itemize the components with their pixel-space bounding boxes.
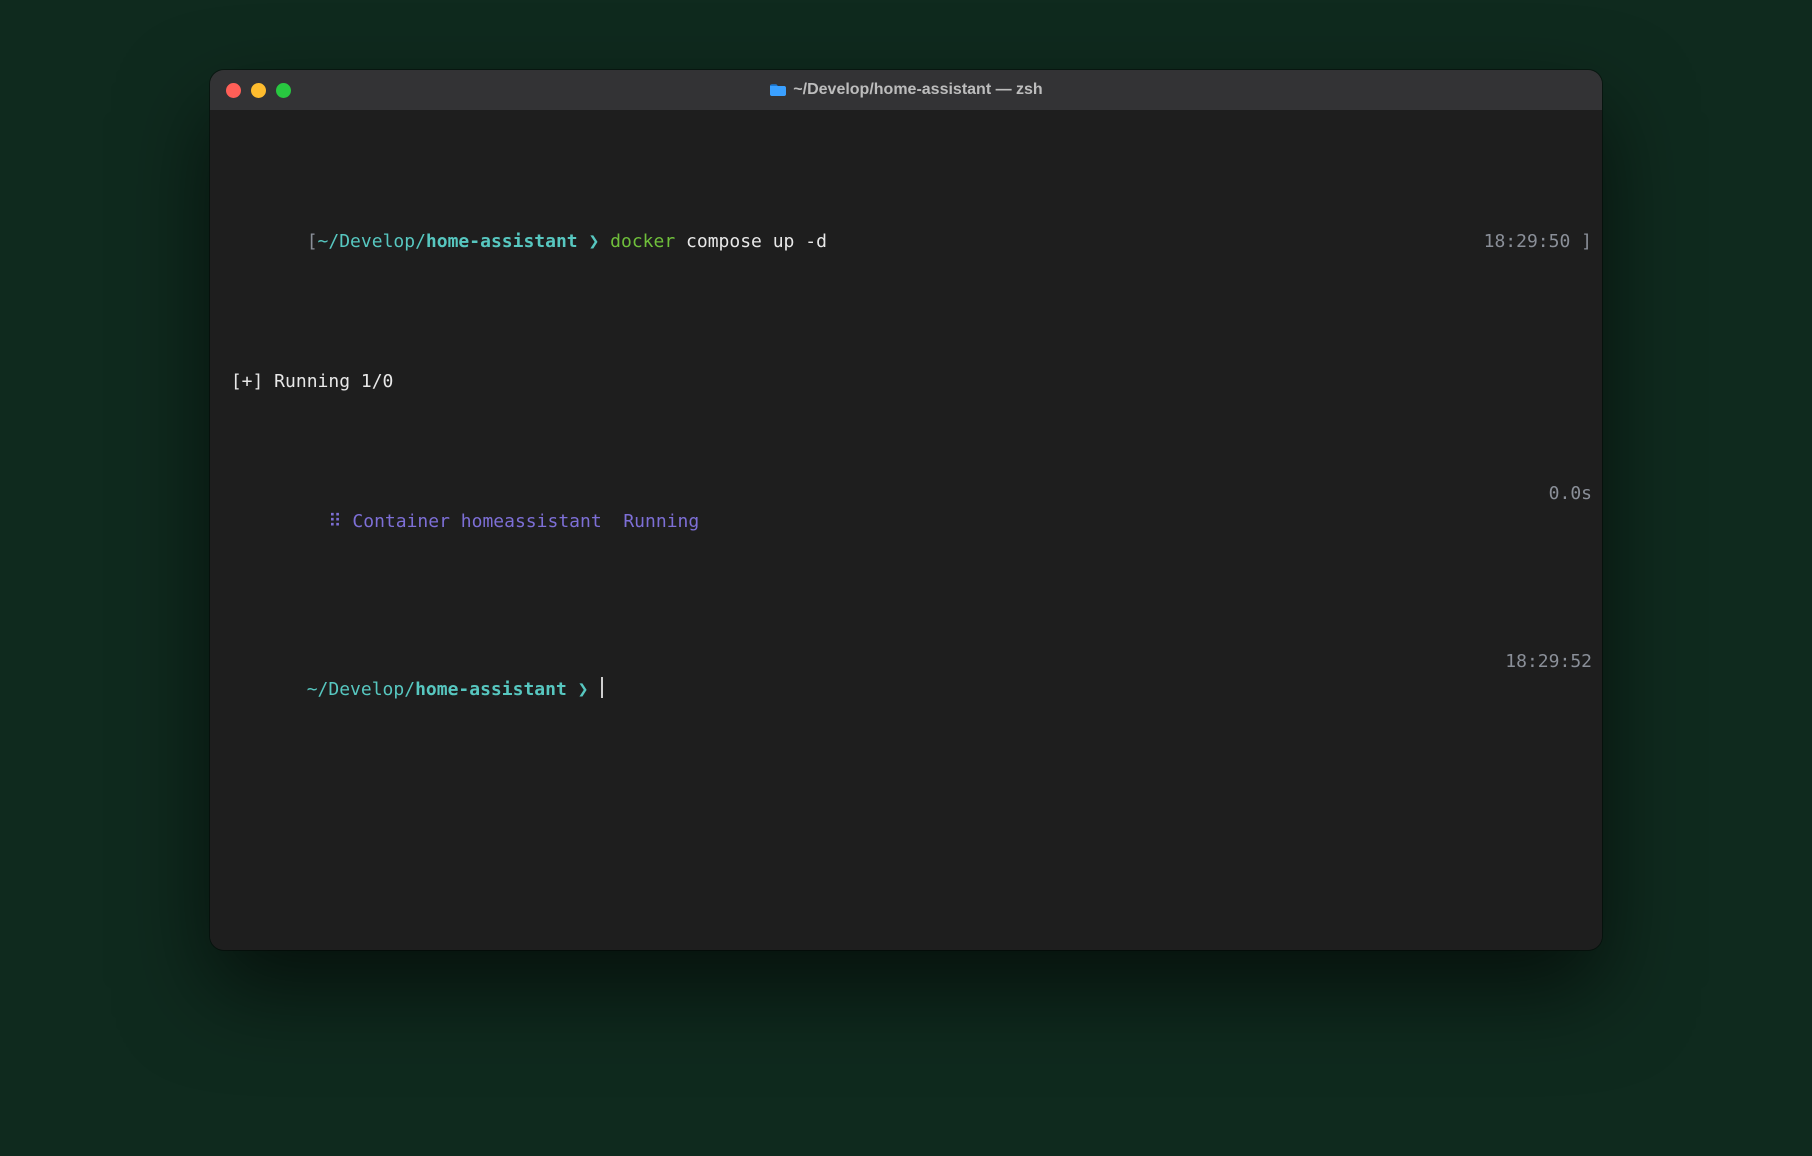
window-title-text: ~/Develop/home-assistant — zsh bbox=[793, 81, 1042, 99]
bracket-open: [ bbox=[307, 231, 318, 252]
minimize-icon[interactable] bbox=[251, 83, 266, 98]
output-text: [+] Running 1/0 bbox=[220, 368, 393, 396]
container-label: Container homeassistant bbox=[342, 511, 624, 532]
maximize-icon[interactable] bbox=[276, 83, 291, 98]
timestamp: 18:29:52 bbox=[1505, 648, 1592, 732]
folder-icon bbox=[769, 83, 787, 97]
command-word: docker bbox=[610, 231, 675, 252]
terminal-window: ~/Develop/home-assistant — zsh [~/Develo… bbox=[210, 70, 1602, 950]
window-controls bbox=[226, 83, 291, 98]
window-titlebar[interactable]: ~/Develop/home-assistant — zsh bbox=[210, 70, 1602, 110]
prompt-symbol: ❯ bbox=[567, 679, 600, 700]
terminal-line: [+] Running 1/0 bbox=[220, 368, 1592, 396]
prompt-symbol: ❯ bbox=[578, 231, 611, 252]
terminal-line: [~/Develop/home-assistant ❯ docker compo… bbox=[220, 200, 1592, 284]
container-status: Running bbox=[623, 511, 699, 532]
window-title: ~/Develop/home-assistant — zsh bbox=[210, 81, 1602, 99]
elapsed-time: 0.0s bbox=[1549, 480, 1592, 564]
close-icon[interactable] bbox=[226, 83, 241, 98]
terminal-line: ~/Develop/home-assistant ❯ 18:29:52 bbox=[220, 648, 1592, 732]
prompt-path-dir: home-assistant bbox=[415, 679, 567, 700]
terminal-body[interactable]: [~/Develop/home-assistant ❯ docker compo… bbox=[210, 110, 1602, 950]
prompt-path-dir: home-assistant bbox=[426, 231, 578, 252]
bracket-close: ] bbox=[1570, 231, 1592, 252]
terminal-line: ⠿ Container homeassistant Running 0.0s bbox=[220, 480, 1592, 564]
prompt-path-prefix: ~/Develop/ bbox=[318, 231, 426, 252]
spinner-icon: ⠿ bbox=[328, 511, 341, 532]
command-args: compose up -d bbox=[675, 231, 827, 252]
indent bbox=[307, 511, 329, 532]
timestamp: 18:29:50 bbox=[1484, 231, 1571, 252]
prompt-path-prefix: ~/Develop/ bbox=[307, 679, 415, 700]
